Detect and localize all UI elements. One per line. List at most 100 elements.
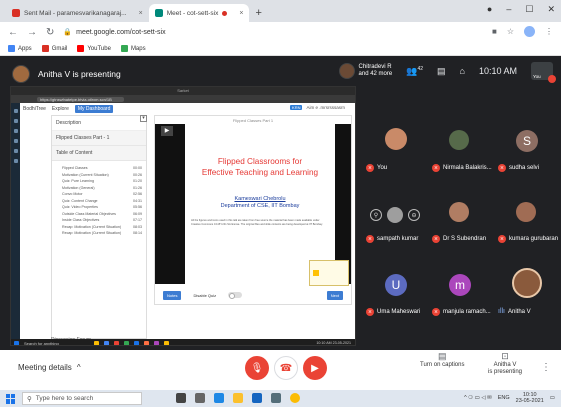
browser-tab-meet[interactable]: Meet - cot-sett-six × [148,4,250,22]
url-field[interactable]: 🔒 meet.google.com/cot-sett-six [63,28,166,37]
participant-tile-nirmala[interactable] [449,130,469,150]
mic-off-icon [548,75,556,83]
meet-stage: Anitha V is presenting Chitradevi R and … [0,56,561,350]
task-view-icon[interactable] [195,393,205,403]
login-user: Aim e .mrsrsssasrn [306,105,345,110]
shared-screen: Sarket https://gtnswfnatetpe.btvia.otlrx… [10,86,356,346]
meet-top-right: Chitradevi R and 42 more 👥42 ▤ ⌂ 10:10 A… [338,62,556,83]
leave-call-button[interactable]: ☎ [274,356,298,380]
language-indicator[interactable]: ENG [498,395,510,401]
file-explorer-icon[interactable] [233,393,243,403]
taskbar-clock[interactable]: 10:10 23-05-2021 [516,392,544,404]
menu-icon[interactable]: ⋮ [545,27,553,36]
close-icon[interactable]: × [139,10,143,17]
table-of-content-panel: Description Flipped Classes Part - 1 Tab… [51,115,147,339]
mic-off-icon: ⨯ [432,164,440,172]
profile-avatar[interactable] [524,26,535,37]
address-bar: ← → ↻ 🔒 meet.google.com/cot-sett-six ■ ☆… [0,22,561,42]
minimize-button[interactable]: – [506,4,511,15]
meeting-details-label: Meeting details [18,363,72,372]
gmail-icon [12,9,20,17]
close-icon[interactable]: × [239,10,243,17]
browser-tab-bar: Sent Mail - paramesvarikanagaraj... × Me… [0,0,561,22]
mail-icon[interactable] [271,393,281,403]
self-preview-tile[interactable]: You [531,62,556,83]
captions-button[interactable]: ▤ Turn on captions [420,352,464,369]
participant-tile-sudha[interactable]: S [516,130,538,152]
new-tab-button[interactable]: + [249,7,267,22]
meeting-clock: 10:10 AM [478,66,517,76]
list-item: Recap: Motivation (Current Situation) 08:… [62,231,142,235]
avatar [385,128,407,150]
people-icon[interactable]: 👥42 [406,66,423,77]
maximize-button[interactable]: ☐ [525,4,533,15]
tray-icons[interactable]: ^ ⚆ ▭ ◁ ✉ [464,395,492,401]
avatar [516,202,536,222]
meet-icon [154,9,163,17]
mic-off-icon: ⨯ [432,235,440,243]
chat-icon[interactable]: ▤ [437,66,446,77]
chip-name: Chitradevi R [358,64,392,70]
reload-button[interactable]: ↻ [46,27,54,38]
window-controls: ● – ☐ ✕ [487,4,555,15]
browser-tab-gmail[interactable]: Sent Mail - paramesvarikanagaraj... × [6,4,149,22]
shared-search: Search for anything [24,340,59,346]
chrome-icon[interactable] [290,393,300,403]
presenting-label-line2: is presenting [488,369,523,375]
participant-name-nirmala: ⨯ Nirmala Balakris... [432,164,492,172]
taskbar-search-input[interactable]: ⚲ Type here to search [22,392,142,405]
windows-icon [14,340,19,345]
participant-tile-manjula[interactable]: m [449,274,471,296]
bookmark-youtube[interactable]: YouTube [77,45,111,52]
windows-start-icon[interactable] [6,393,16,404]
close-window-button[interactable]: ✕ [547,4,555,15]
bookmarks-bar: Apps Gmail YouTube Maps [0,42,561,56]
url-text: meet.google.com/cot-sett-six [76,28,166,36]
participant-tile-anitha[interactable] [512,268,542,298]
toc-title: Table of Content [52,146,146,161]
slide-footnote: All the figures and icons used in this t… [191,219,323,226]
edge-icon[interactable] [214,393,224,403]
participant-tile-subendran[interactable] [449,202,469,222]
participant-name-manjula: ⨯ manjula ramach... [432,308,491,316]
notifications-icon[interactable]: ▭ [550,395,555,401]
mic-off-icon: ⨯ [432,308,440,316]
chevron-up-icon: ^ [76,363,81,372]
store-icon[interactable] [252,393,262,403]
participant-tile-uma[interactable]: U [385,274,407,296]
meeting-details-button[interactable]: Meeting details ^ [18,363,81,372]
player-controls: Notes Disable Quiz Next [155,286,351,304]
star-icon[interactable]: ☆ [507,27,514,36]
camera-icon[interactable]: ■ [492,27,497,36]
recording-icon [222,10,228,16]
account-icon[interactable]: ● [487,4,492,15]
presenting-button[interactable]: ⊡ Anitha V is presenting [488,352,523,376]
remove-icon[interactable]: ⊖ [408,209,420,221]
participant-chip[interactable]: Chitradevi R and 42 more [338,63,393,79]
slide-department: Department of CSE, IIT Bombay [220,203,300,209]
camera-toggle-button[interactable]: ▶ [303,356,327,380]
participant-tile-you[interactable] [385,128,407,150]
participant-tile-sampath[interactable]: ⚲ ⊖ [367,202,423,228]
mic-off-icon: 🎙 [250,362,264,374]
back-button[interactable]: ← [8,27,18,38]
bookmark-apps[interactable]: Apps [8,45,32,52]
bookmark-gmail[interactable]: Gmail [41,45,67,52]
slide-title: Flipped Classrooms for Effective Teachin… [201,157,319,177]
microphone-toggle-button[interactable]: 🎙 [245,356,269,380]
participant-name-you: ⨯ You [366,164,388,172]
more-options-icon[interactable]: ⋮ [541,362,551,373]
cortana-icon[interactable] [176,393,186,403]
bookmark-maps[interactable]: Maps [120,45,146,52]
chip-more: and 42 more [358,71,393,77]
participant-tile-kumara[interactable] [516,202,536,222]
pin-icon[interactable]: ⚲ [370,209,382,221]
tab-label: Meet - cot-sett-six [166,9,219,17]
forward-button[interactable]: → [27,27,37,38]
shared-url: https://gtnswfnatetpe.btvia.otlrxm.scn/1… [37,96,124,102]
toc-list: Flipped Classes 00:00 Motivation (Current… [52,161,146,237]
activities-icon[interactable]: ⌂ [460,66,465,76]
mic-off-icon: ⨯ [498,164,506,172]
nav-explore: Explore [51,106,69,112]
presenting-text: Anitha V is presenting [38,69,121,79]
